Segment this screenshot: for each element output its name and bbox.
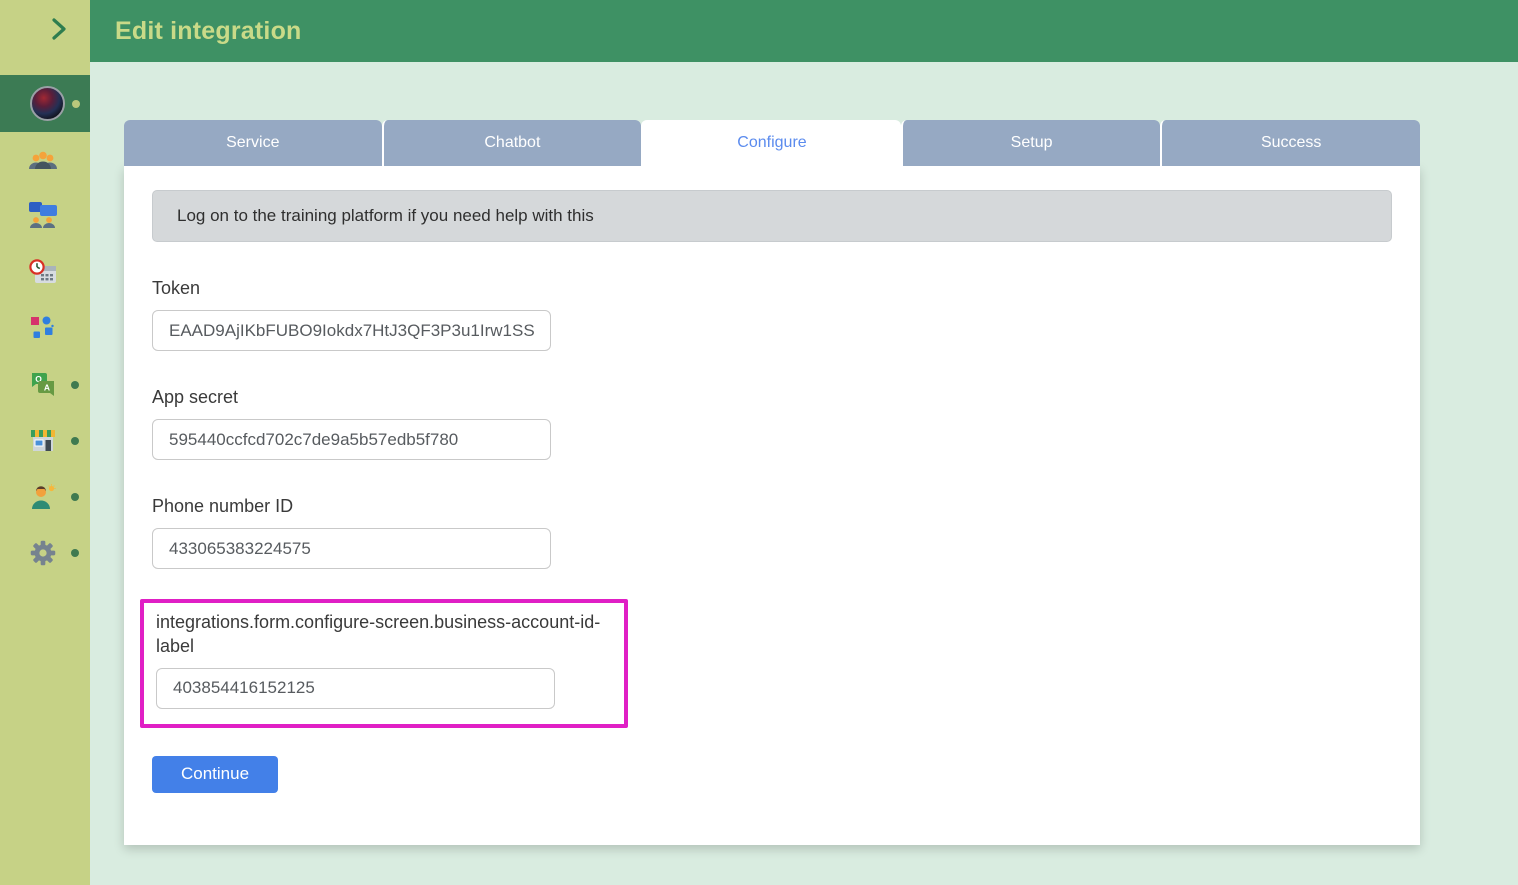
token-input[interactable] xyxy=(152,310,551,351)
phone-number-id-label: Phone number ID xyxy=(152,496,1392,517)
notification-dot xyxy=(71,437,79,445)
tab-service[interactable]: Service xyxy=(124,120,382,166)
app-header: Edit integration xyxy=(90,0,1518,62)
configure-panel: Log on to the training platform if you n… xyxy=(124,166,1420,845)
help-banner: Log on to the training platform if you n… xyxy=(152,190,1392,242)
person-icon xyxy=(27,484,59,510)
chevron-right-icon xyxy=(48,17,70,46)
notification-dot xyxy=(71,549,79,557)
sidebar-item-profile[interactable] xyxy=(0,75,90,132)
avatar xyxy=(30,86,65,121)
notification-dot xyxy=(71,493,79,501)
gear-icon xyxy=(27,539,59,567)
sidebar-item-store[interactable] xyxy=(0,419,90,463)
store-icon xyxy=(27,428,59,454)
app-secret-input[interactable] xyxy=(152,419,551,460)
svg-text:A: A xyxy=(44,383,50,393)
help-banner-text: Log on to the training platform if you n… xyxy=(177,206,594,226)
notification-dot xyxy=(72,100,80,108)
token-field-group: Token xyxy=(152,278,1392,351)
phone-number-id-field-group: Phone number ID xyxy=(152,496,1392,569)
wizard-tabs: Service Chatbot Configure Setup Success xyxy=(124,120,1420,166)
token-label: Token xyxy=(152,278,1392,299)
phone-number-id-input[interactable] xyxy=(152,528,551,569)
people-group-icon xyxy=(27,148,59,172)
workflow-icon xyxy=(27,315,59,341)
business-account-id-highlight-box: integrations.form.configure-screen.busin… xyxy=(140,599,628,728)
qa-chat-icon: Q A xyxy=(27,371,59,399)
tab-configure[interactable]: Configure xyxy=(641,120,901,166)
clock-calendar-icon xyxy=(27,258,59,286)
sidebar-item-chats[interactable] xyxy=(0,193,90,237)
sidebar-item-qa[interactable]: Q A xyxy=(0,363,90,407)
sidebar: Q A xyxy=(0,0,90,885)
tab-chatbot[interactable]: Chatbot xyxy=(382,120,642,166)
continue-button[interactable]: Continue xyxy=(152,756,278,793)
sidebar-item-schedule[interactable] xyxy=(0,250,90,294)
sidebar-item-team[interactable] xyxy=(0,138,90,182)
sidebar-item-contacts[interactable] xyxy=(0,475,90,519)
sidebar-item-flows[interactable] xyxy=(0,306,90,350)
app-secret-label: App secret xyxy=(152,387,1392,408)
main-content: Service Chatbot Configure Setup Success … xyxy=(90,62,1518,885)
tab-setup[interactable]: Setup xyxy=(901,120,1161,166)
page-title: Edit integration xyxy=(115,17,302,46)
chat-people-icon xyxy=(27,201,59,229)
business-account-id-input[interactable] xyxy=(156,668,555,709)
sidebar-collapse-button[interactable] xyxy=(0,0,90,62)
tab-success[interactable]: Success xyxy=(1160,120,1420,166)
sidebar-item-settings[interactable] xyxy=(0,531,90,575)
app-secret-field-group: App secret xyxy=(152,387,1392,460)
notification-dot xyxy=(71,381,79,389)
business-account-id-label: integrations.form.configure-screen.busin… xyxy=(156,610,612,659)
